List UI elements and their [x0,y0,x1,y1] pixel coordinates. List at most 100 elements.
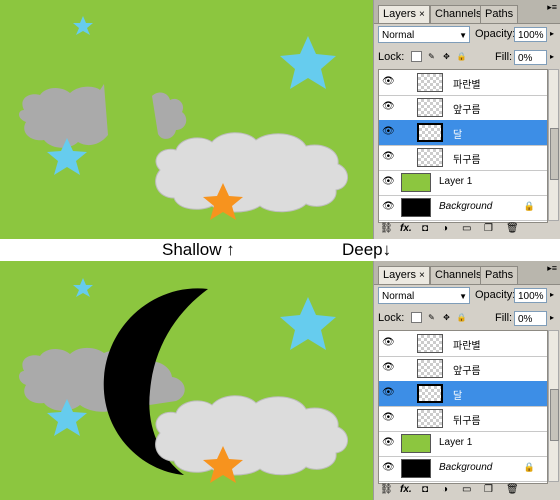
layer-row[interactable]: 👁 Background 🔒 [379,456,547,482]
layer-name[interactable]: 뒤구름 [453,151,481,166]
opacity-input[interactable]: 100% [514,288,547,303]
eye-icon[interactable]: 👁 [382,176,395,188]
adjustment-icon[interactable]: ◑ [442,223,448,234]
small-blue-star [73,16,93,35]
lock-move-icon[interactable]: ✥ [441,51,452,62]
canvas-top-art [19,16,348,220]
folder-icon[interactable]: ▭ [462,223,471,234]
chevron-right-icon[interactable]: ▸ [550,313,554,322]
layer-row[interactable]: 👁 앞구름 [379,356,547,382]
back-cloud-left [19,84,108,148]
chevron-right-icon[interactable]: ▸ [550,52,554,61]
layer-name[interactable]: 파란별 [453,337,481,352]
eye-icon[interactable]: 👁 [382,201,395,213]
layer-row[interactable]: 👁 Background 🔒 [379,195,547,221]
opacity-input[interactable]: 100% [514,27,547,42]
chevron-right-icon[interactable]: ▸ [550,29,554,38]
lock-icon: 🔒 [523,462,535,472]
scrollbar-thumb[interactable] [550,128,559,180]
canvas-bottom[interactable] [0,261,373,500]
eye-icon[interactable]: 👁 [382,387,395,399]
mask-icon[interactable]: ◘ [422,484,428,495]
lock-transparent-icon[interactable] [411,312,422,323]
layers-scrollbar[interactable] [548,330,559,482]
blend-mode-select[interactable]: Normal ▼ [378,26,470,43]
lock-brush-icon[interactable]: ✎ [426,51,437,62]
lock-brush-icon[interactable]: ✎ [426,312,437,323]
mask-icon[interactable]: ◘ [422,223,428,234]
panel-footer: ⛓ fx. ◘ ◑ ▭ ❐ 🗑 [378,483,558,499]
layer-row[interactable]: 👁 Layer 1 [379,170,547,196]
layer-name[interactable]: 달 [453,387,462,402]
eye-icon[interactable]: 👁 [382,437,395,449]
eye-icon[interactable]: 👁 [382,337,395,349]
eye-icon[interactable]: 👁 [382,126,395,138]
lock-transparent-icon[interactable] [411,51,422,62]
link-icon[interactable]: ⛓ [380,484,393,495]
shallow-label: Shallow ↑ [162,240,235,259]
layer-thumbnail [401,198,431,217]
layer-name[interactable]: Layer 1 [439,437,472,448]
layers-scrollbar[interactable] [548,69,559,221]
trash-icon[interactable]: 🗑 [506,223,519,234]
canvas-top[interactable] [0,0,373,239]
lock-all-icon[interactable]: 🔒 [456,312,467,323]
large-blue-star [280,36,336,89]
canvas-bottom-art [19,278,348,483]
layer-name[interactable]: 앞구름 [453,101,481,116]
layer-name[interactable]: 앞구름 [453,362,481,377]
layer-thumbnail [417,98,443,117]
new-layer-icon[interactable]: ❐ [484,223,493,234]
layer-row[interactable]: 👁 뒤구름 [379,145,547,171]
tab-channels[interactable]: Channels [430,266,487,284]
layer-name[interactable]: Background [439,201,492,212]
layer-row[interactable]: 👁 Layer 1 [379,431,547,457]
layer-name[interactable]: 파란별 [453,76,481,91]
layer-name[interactable]: Background [439,462,492,473]
eye-icon[interactable]: 👁 [382,76,395,88]
layer-row[interactable]: 👁 파란별 [379,70,547,96]
lock-move-icon[interactable]: ✥ [441,312,452,323]
panel-menu-icon[interactable]: ▸≡ [547,2,557,13]
layer-row[interactable]: 👁 앞구름 [379,95,547,121]
back-cloud-left [19,347,185,412]
layer-name[interactable]: Layer 1 [439,176,472,187]
large-blue-star [280,297,336,350]
close-icon[interactable]: × [419,270,425,281]
eye-icon[interactable]: 👁 [382,101,395,113]
fill-input[interactable]: 0% [514,311,547,326]
lock-all-icon[interactable]: 🔒 [456,51,467,62]
eye-icon[interactable]: 👁 [382,362,395,374]
layer-row[interactable]: 👁 뒤구름 [379,406,547,432]
layer-name[interactable]: 뒤구름 [453,412,481,427]
fill-input[interactable]: 0% [514,50,547,65]
layer-name[interactable]: 달 [453,126,462,141]
folder-icon[interactable]: ▭ [462,484,471,495]
tab-layers[interactable]: Layers × [378,266,430,284]
layer-thumbnail [417,334,443,353]
link-icon[interactable]: ⛓ [380,223,393,234]
fx-button[interactable]: fx. [400,484,412,495]
blend-mode-select[interactable]: Normal ▼ [378,287,470,304]
adjustment-icon[interactable]: ◑ [442,484,448,495]
tab-label: Channels [435,269,482,281]
eye-icon[interactable]: 👁 [382,151,395,163]
divider-bar: Shallow ↑ Deep↓ [0,239,560,261]
new-layer-icon[interactable]: ❐ [484,484,493,495]
trash-icon[interactable]: 🗑 [506,484,519,495]
tab-channels[interactable]: Channels [430,5,487,23]
panel-menu-icon[interactable]: ▸≡ [547,263,557,274]
chevron-right-icon[interactable]: ▸ [550,290,554,299]
tab-paths[interactable]: Paths [480,5,519,23]
fx-button[interactable]: fx. [400,223,412,234]
layer-row-selected[interactable]: 👁 달 [379,381,547,407]
layer-row[interactable]: 👁 파란별 [379,331,547,357]
scrollbar-thumb[interactable] [550,389,559,441]
close-icon[interactable]: × [419,9,425,20]
tab-paths[interactable]: Paths [480,266,519,284]
eye-icon[interactable]: 👁 [382,412,395,424]
tab-layers[interactable]: Layers × [378,5,430,23]
layer-thumbnail [417,409,443,428]
eye-icon[interactable]: 👁 [382,462,395,474]
layer-row-selected[interactable]: 👁 달 [379,120,547,146]
